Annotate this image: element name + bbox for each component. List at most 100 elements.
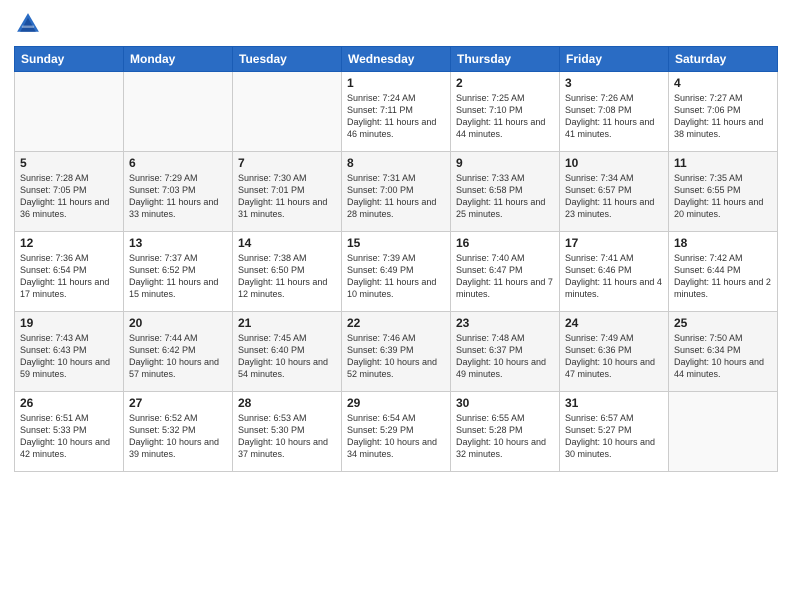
day-number: 17 — [565, 236, 663, 250]
day-number: 16 — [456, 236, 554, 250]
calendar-day-cell: 28 Sunrise: 6:53 AMSunset: 5:30 PMDayligh… — [233, 392, 342, 472]
day-info: Sunrise: 7:44 AMSunset: 6:42 PMDaylight:… — [129, 332, 227, 381]
day-info: Sunrise: 7:28 AMSunset: 7:05 PMDaylight:… — [20, 172, 118, 221]
day-number: 13 — [129, 236, 227, 250]
calendar-day-cell: 29 Sunrise: 6:54 AMSunset: 5:29 PMDayligh… — [342, 392, 451, 472]
weekday-header: Thursday — [451, 47, 560, 72]
calendar-day-cell: 30 Sunrise: 6:55 AMSunset: 5:28 PMDayligh… — [451, 392, 560, 472]
day-number: 20 — [129, 316, 227, 330]
day-number: 15 — [347, 236, 445, 250]
day-number: 10 — [565, 156, 663, 170]
day-info: Sunrise: 7:37 AMSunset: 6:52 PMDaylight:… — [129, 252, 227, 301]
day-info: Sunrise: 7:27 AMSunset: 7:06 PMDaylight:… — [674, 92, 772, 141]
day-number: 25 — [674, 316, 772, 330]
day-number: 19 — [20, 316, 118, 330]
day-number: 3 — [565, 76, 663, 90]
day-number: 30 — [456, 396, 554, 410]
calendar-day-cell: 7 Sunrise: 7:30 AMSunset: 7:01 PMDaylight… — [233, 152, 342, 232]
calendar-day-cell: 14Sunrise: 7:38 AMSunset: 6:50 PMDayligh… — [233, 232, 342, 312]
calendar-day-cell: 19 Sunrise: 7:43 AMSunset: 6:43 PMDayligh… — [15, 312, 124, 392]
day-info: Sunrise: 7:24 AMSunset: 7:11 PMDaylight:… — [347, 92, 445, 141]
day-number: 26 — [20, 396, 118, 410]
header — [14, 10, 778, 38]
weekday-header: Friday — [560, 47, 669, 72]
day-number: 6 — [129, 156, 227, 170]
calendar-day-cell: 8Sunrise: 7:31 AMSunset: 7:00 PMDaylight… — [342, 152, 451, 232]
day-number: 9 — [456, 156, 554, 170]
day-info: Sunrise: 7:26 AMSunset: 7:08 PMDaylight:… — [565, 92, 663, 141]
logo-icon — [14, 10, 42, 38]
day-number: 21 — [238, 316, 336, 330]
day-info: Sunrise: 7:34 AMSunset: 6:57 PMDaylight:… — [565, 172, 663, 221]
day-number: 28 — [238, 396, 336, 410]
day-info: Sunrise: 6:52 AMSunset: 5:32 PMDaylight:… — [129, 412, 227, 461]
calendar-day-cell: 20 Sunrise: 7:44 AMSunset: 6:42 PMDayligh… — [124, 312, 233, 392]
calendar-day-cell: 21Sunrise: 7:45 AMSunset: 6:40 PMDayligh… — [233, 312, 342, 392]
calendar-day-cell: 31Sunrise: 6:57 AMSunset: 5:27 PMDayligh… — [560, 392, 669, 472]
day-info: Sunrise: 7:29 AMSunset: 7:03 PMDaylight:… — [129, 172, 227, 221]
day-number: 11 — [674, 156, 772, 170]
day-info: Sunrise: 7:49 AMSunset: 6:36 PMDaylight:… — [565, 332, 663, 381]
day-info: Sunrise: 7:30 AMSunset: 7:01 PMDaylight:… — [238, 172, 336, 221]
day-number: 1 — [347, 76, 445, 90]
page: SundayMondayTuesdayWednesdayThursdayFrid… — [0, 0, 792, 612]
day-info: Sunrise: 7:48 AMSunset: 6:37 PMDaylight:… — [456, 332, 554, 381]
calendar-day-cell: 15 Sunrise: 7:39 AMSunset: 6:49 PMDayligh… — [342, 232, 451, 312]
calendar-day-cell: 13 Sunrise: 7:37 AMSunset: 6:52 PMDayligh… — [124, 232, 233, 312]
calendar-day-cell: 17 Sunrise: 7:41 AMSunset: 6:46 PMDayligh… — [560, 232, 669, 312]
logo — [14, 10, 46, 38]
day-number: 24 — [565, 316, 663, 330]
day-number: 18 — [674, 236, 772, 250]
day-info: Sunrise: 6:54 AMSunset: 5:29 PMDaylight:… — [347, 412, 445, 461]
day-number: 22 — [347, 316, 445, 330]
day-number: 4 — [674, 76, 772, 90]
calendar-day-cell: 16 Sunrise: 7:40 AMSunset: 6:47 PMDayligh… — [451, 232, 560, 312]
calendar-week-row: 5 Sunrise: 7:28 AMSunset: 7:05 PMDaylight… — [15, 152, 778, 232]
weekday-header: Saturday — [669, 47, 778, 72]
calendar-day-cell: 5 Sunrise: 7:28 AMSunset: 7:05 PMDaylight… — [15, 152, 124, 232]
day-info: Sunrise: 7:38 AMSunset: 6:50 PMDaylight:… — [238, 252, 336, 301]
calendar-day-cell: 2Sunrise: 7:25 AMSunset: 7:10 PMDaylight… — [451, 72, 560, 152]
day-number: 8 — [347, 156, 445, 170]
calendar-day-cell: 12 Sunrise: 7:36 AMSunset: 6:54 PMDayligh… — [15, 232, 124, 312]
day-info: Sunrise: 6:55 AMSunset: 5:28 PMDaylight:… — [456, 412, 554, 461]
day-info: Sunrise: 7:43 AMSunset: 6:43 PMDaylight:… — [20, 332, 118, 381]
calendar-day-cell — [669, 392, 778, 472]
day-info: Sunrise: 7:50 AMSunset: 6:34 PMDaylight:… — [674, 332, 772, 381]
day-info: Sunrise: 7:25 AMSunset: 7:10 PMDaylight:… — [456, 92, 554, 141]
day-number: 7 — [238, 156, 336, 170]
calendar-header-row: SundayMondayTuesdayWednesdayThursdayFrid… — [15, 47, 778, 72]
calendar-week-row: 26 Sunrise: 6:51 AMSunset: 5:33 PMDayligh… — [15, 392, 778, 472]
calendar-day-cell: 3 Sunrise: 7:26 AMSunset: 7:08 PMDaylight… — [560, 72, 669, 152]
day-info: Sunrise: 6:51 AMSunset: 5:33 PMDaylight:… — [20, 412, 118, 461]
day-info: Sunrise: 7:40 AMSunset: 6:47 PMDaylight:… — [456, 252, 554, 301]
calendar-day-cell: 22 Sunrise: 7:46 AMSunset: 6:39 PMDayligh… — [342, 312, 451, 392]
calendar-day-cell: 1 Sunrise: 7:24 AMSunset: 7:11 PMDaylight… — [342, 72, 451, 152]
day-info: Sunrise: 6:53 AMSunset: 5:30 PMDaylight:… — [238, 412, 336, 461]
weekday-header: Sunday — [15, 47, 124, 72]
calendar-day-cell: 9Sunrise: 7:33 AMSunset: 6:58 PMDaylight… — [451, 152, 560, 232]
calendar-week-row: 1 Sunrise: 7:24 AMSunset: 7:11 PMDaylight… — [15, 72, 778, 152]
calendar-day-cell: 26 Sunrise: 6:51 AMSunset: 5:33 PMDayligh… — [15, 392, 124, 472]
day-info: Sunrise: 7:39 AMSunset: 6:49 PMDaylight:… — [347, 252, 445, 301]
day-number: 29 — [347, 396, 445, 410]
day-info: Sunrise: 7:42 AMSunset: 6:44 PMDaylight:… — [674, 252, 772, 301]
calendar-day-cell: 23 Sunrise: 7:48 AMSunset: 6:37 PMDayligh… — [451, 312, 560, 392]
calendar-day-cell — [233, 72, 342, 152]
day-info: Sunrise: 6:57 AMSunset: 5:27 PMDaylight:… — [565, 412, 663, 461]
weekday-header: Tuesday — [233, 47, 342, 72]
calendar-day-cell: 10 Sunrise: 7:34 AMSunset: 6:57 PMDayligh… — [560, 152, 669, 232]
calendar-day-cell: 24 Sunrise: 7:49 AMSunset: 6:36 PMDayligh… — [560, 312, 669, 392]
calendar-day-cell: 11Sunrise: 7:35 AMSunset: 6:55 PMDayligh… — [669, 152, 778, 232]
calendar-day-cell: 25 Sunrise: 7:50 AMSunset: 6:34 PMDayligh… — [669, 312, 778, 392]
calendar-day-cell: 18 Sunrise: 7:42 AMSunset: 6:44 PMDayligh… — [669, 232, 778, 312]
day-info: Sunrise: 7:41 AMSunset: 6:46 PMDaylight:… — [565, 252, 663, 301]
calendar-day-cell: 4 Sunrise: 7:27 AMSunset: 7:06 PMDaylight… — [669, 72, 778, 152]
day-number: 12 — [20, 236, 118, 250]
calendar-day-cell: 6 Sunrise: 7:29 AMSunset: 7:03 PMDaylight… — [124, 152, 233, 232]
day-number: 23 — [456, 316, 554, 330]
day-number: 5 — [20, 156, 118, 170]
calendar-week-row: 19 Sunrise: 7:43 AMSunset: 6:43 PMDayligh… — [15, 312, 778, 392]
day-info: Sunrise: 7:36 AMSunset: 6:54 PMDaylight:… — [20, 252, 118, 301]
day-info: Sunrise: 7:46 AMSunset: 6:39 PMDaylight:… — [347, 332, 445, 381]
